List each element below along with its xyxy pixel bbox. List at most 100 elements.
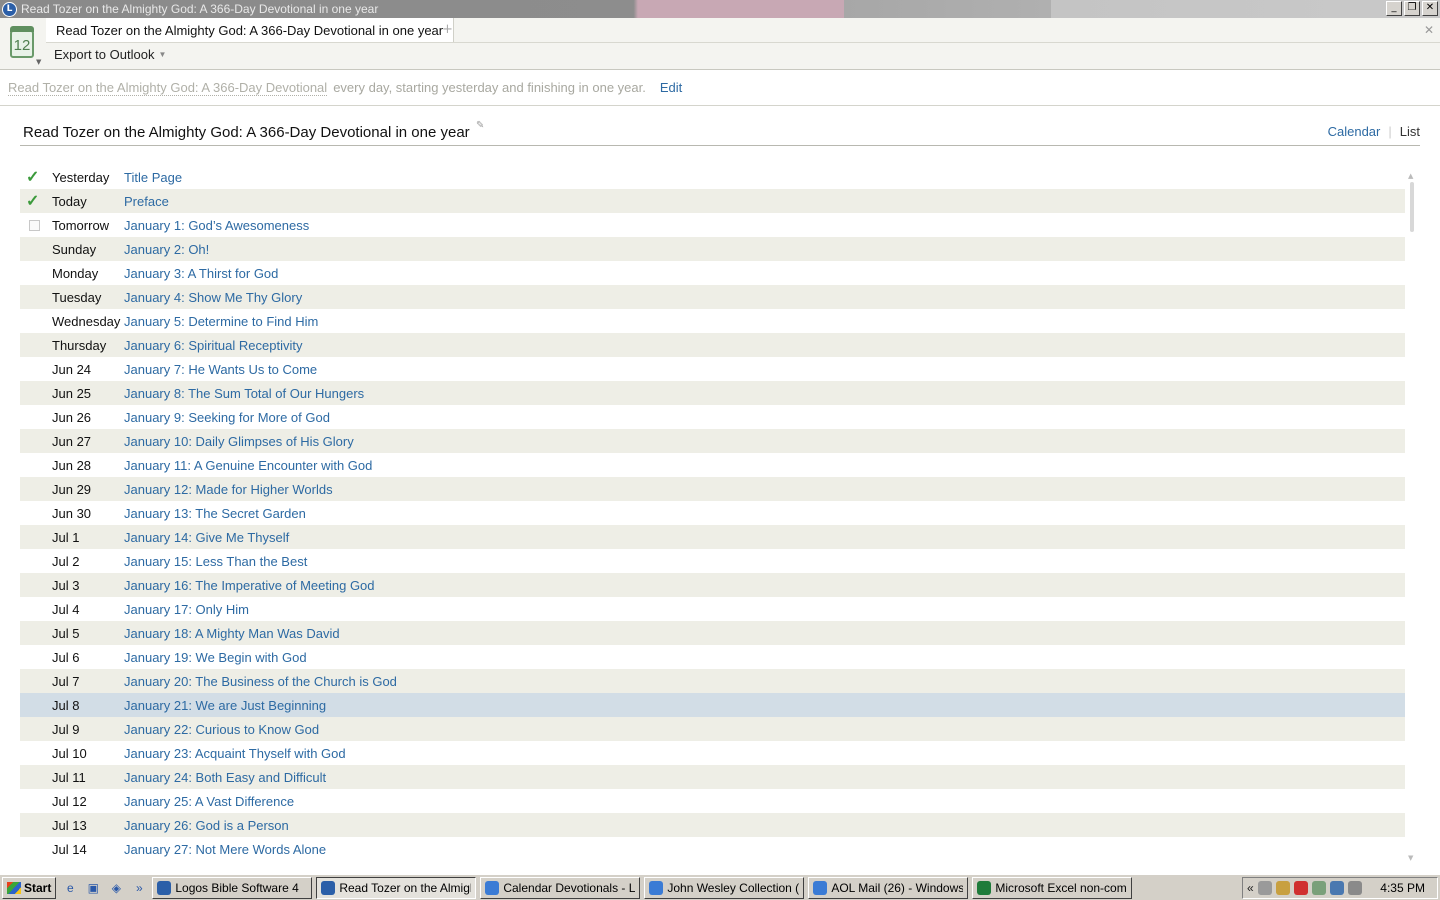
reading-row[interactable]: Jun 24 January 7: He Wants Us to Come	[20, 357, 1405, 381]
completion-checkbox[interactable]	[20, 381, 52, 405]
scroll-thumb[interactable]	[1410, 182, 1414, 232]
reading-link[interactable]: January 14: Give Me Thyself	[124, 530, 289, 545]
reading-link[interactable]: January 18: A Mighty Man Was David	[124, 626, 340, 641]
tray-safely-remove-icon[interactable]	[1311, 881, 1326, 895]
reading-row[interactable]: Jun 26 January 9: Seeking for More of God	[20, 405, 1405, 429]
reading-row[interactable]: ✓ Yesterday Title Page	[20, 165, 1405, 189]
quicklaunch-app-icon[interactable]: ◈	[107, 880, 125, 896]
completion-checkbox[interactable]	[20, 285, 52, 309]
reading-row[interactable]: Jul 9 January 22: Curious to Know God	[20, 717, 1405, 741]
edit-plan-link[interactable]: Edit	[660, 80, 682, 95]
reading-link[interactable]: January 13: The Secret Garden	[124, 506, 306, 521]
completion-checkbox[interactable]	[20, 261, 52, 285]
reading-link[interactable]: January 4: Show Me Thy Glory	[124, 290, 302, 305]
reading-row[interactable]: Jul 7 January 20: The Business of the Chu…	[20, 669, 1405, 693]
reading-link[interactable]: January 9: Seeking for More of God	[124, 410, 330, 425]
completion-checkbox[interactable]	[20, 693, 52, 717]
reading-row[interactable]: Jul 11 January 24: Both Easy and Difficul…	[20, 765, 1405, 789]
completion-checkbox[interactable]	[20, 621, 52, 645]
completion-checkbox[interactable]	[20, 429, 52, 453]
completion-checkbox[interactable]	[20, 333, 52, 357]
reading-link[interactable]: January 15: Less Than the Best	[124, 554, 307, 569]
completion-checkbox[interactable]	[20, 453, 52, 477]
reading-row[interactable]: Jun 25 January 8: The Sum Total of Our Hu…	[20, 381, 1405, 405]
taskbar-button[interactable]: John Wesley Collection (2...	[644, 876, 805, 899]
reading-link[interactable]: January 17: Only Him	[124, 602, 249, 617]
reading-link[interactable]: January 1: God’s Awesomeness	[124, 218, 309, 233]
list-scrollbar[interactable]: ▲ ▼	[1407, 172, 1417, 862]
restore-button[interactable]: ❐	[1404, 1, 1420, 16]
reading-link[interactable]: January 7: He Wants Us to Come	[124, 362, 317, 377]
reading-row[interactable]: Jul 12 January 25: A Vast Difference	[20, 789, 1405, 813]
completion-checkbox[interactable]	[20, 357, 52, 381]
reading-link[interactable]: January 21: We are Just Beginning	[124, 698, 326, 713]
reading-link[interactable]: January 16: The Imperative of Meeting Go…	[124, 578, 375, 593]
reading-link[interactable]: January 25: A Vast Difference	[124, 794, 294, 809]
start-button[interactable]: Start	[2, 876, 57, 899]
close-tab-button[interactable]: ✕	[1424, 23, 1434, 37]
reading-row[interactable]: Jun 30 January 13: The Secret Garden	[20, 501, 1405, 525]
completion-checkbox[interactable]	[20, 765, 52, 789]
completion-checkbox[interactable]	[20, 837, 52, 861]
reading-row[interactable]: Jun 29 January 12: Made for Higher Worlds	[20, 477, 1405, 501]
reading-row[interactable]: Monday January 3: A Thirst for God	[20, 261, 1405, 285]
completion-checkbox[interactable]	[20, 501, 52, 525]
completion-checkbox[interactable]	[20, 237, 52, 261]
reading-row[interactable]: Jul 4 January 17: Only Him	[20, 597, 1405, 621]
reading-link[interactable]: January 3: A Thirst for God	[124, 266, 278, 281]
reading-row[interactable]: Jul 1 January 14: Give Me Thyself	[20, 525, 1405, 549]
tray-app-icon[interactable]	[1257, 881, 1272, 895]
taskbar-button[interactable]: Read Tozer on the Almigh...	[316, 876, 477, 899]
completion-checkbox[interactable]: ✓	[20, 189, 52, 213]
reading-row[interactable]: Jul 14 January 27: Not Mere Words Alone	[20, 837, 1405, 861]
reading-link[interactable]: January 2: Oh!	[124, 242, 209, 257]
completion-checkbox[interactable]	[20, 645, 52, 669]
reading-row[interactable]: Wednesday January 5: Determine to Find Hi…	[20, 309, 1405, 333]
reading-row[interactable]: Jun 28 January 11: A Genuine Encounter wi…	[20, 453, 1405, 477]
completion-checkbox[interactable]	[20, 309, 52, 333]
reading-row[interactable]: Tomorrow January 1: God’s Awesomeness	[20, 213, 1405, 237]
reading-row[interactable]: Tuesday January 4: Show Me Thy Glory	[20, 285, 1405, 309]
reading-row[interactable]: Jul 13 January 26: God is a Person	[20, 813, 1405, 837]
completion-checkbox[interactable]	[20, 525, 52, 549]
completion-checkbox[interactable]: ✓	[20, 165, 52, 189]
reading-link[interactable]: January 12: Made for Higher Worlds	[124, 482, 333, 497]
taskbar-button[interactable]: Logos Bible Software 4	[152, 876, 313, 899]
scroll-up-icon[interactable]: ▲	[1408, 172, 1413, 180]
completion-checkbox[interactable]	[20, 789, 52, 813]
show-desktop-icon[interactable]: ▣	[84, 880, 102, 896]
completion-checkbox[interactable]	[20, 573, 52, 597]
reading-row[interactable]: Jun 27 January 10: Daily Glimpses of His …	[20, 429, 1405, 453]
reading-row[interactable]: Jul 6 January 19: We Begin with God	[20, 645, 1405, 669]
reading-link[interactable]: January 6: Spiritual Receptivity	[124, 338, 302, 353]
completion-checkbox[interactable]	[20, 405, 52, 429]
list-view-link[interactable]: List	[1400, 124, 1420, 139]
reading-link[interactable]: January 23: Acquaint Thyself with God	[124, 746, 346, 761]
completion-checkbox[interactable]	[20, 213, 52, 237]
book-title-link[interactable]: Read Tozer on the Almighty God: A 366-Da…	[8, 80, 328, 96]
completion-checkbox[interactable]	[20, 477, 52, 501]
reading-link[interactable]: January 11: A Genuine Encounter with God	[124, 458, 372, 473]
tray-network-icon[interactable]	[1329, 881, 1344, 895]
completion-checkbox[interactable]	[20, 717, 52, 741]
reading-link[interactable]: Title Page	[124, 170, 182, 185]
close-window-button[interactable]: ✕	[1422, 1, 1438, 16]
reading-row[interactable]: ✓ Today Preface	[20, 189, 1405, 213]
reading-row[interactable]: Thursday January 6: Spiritual Receptivity	[20, 333, 1405, 357]
scroll-down-icon[interactable]: ▼	[1408, 854, 1413, 862]
reading-link[interactable]: January 26: God is a Person	[124, 818, 289, 833]
reading-link[interactable]: Preface	[124, 194, 169, 209]
completion-checkbox[interactable]	[20, 549, 52, 573]
taskbar-button[interactable]: Microsoft Excel non-com...	[972, 876, 1133, 899]
tray-expand-icon[interactable]: «	[1247, 881, 1254, 895]
reading-row[interactable]: Jul 10 January 23: Acquaint Thyself with …	[20, 741, 1405, 765]
tray-antivirus-icon[interactable]	[1293, 881, 1308, 895]
completion-checkbox[interactable]	[20, 597, 52, 621]
reading-row[interactable]: Jul 5 January 18: A Mighty Man Was David	[20, 621, 1405, 645]
reading-link[interactable]: January 5: Determine to Find Him	[124, 314, 318, 329]
reading-link[interactable]: January 20: The Business of the Church i…	[124, 674, 397, 689]
calendar-view-link[interactable]: Calendar	[1328, 124, 1381, 139]
completion-checkbox[interactable]	[20, 741, 52, 765]
reading-row[interactable]: Jul 2 January 15: Less Than the Best	[20, 549, 1405, 573]
reading-link[interactable]: January 10: Daily Glimpses of His Glory	[124, 434, 354, 449]
